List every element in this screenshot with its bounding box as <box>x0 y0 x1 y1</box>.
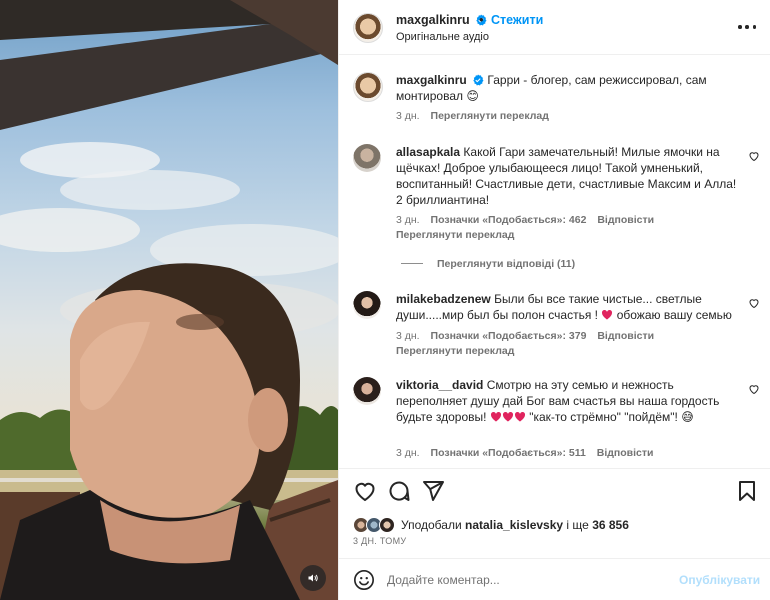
comment-likes[interactable]: Позначки «Подобається»: 379 <box>431 330 587 342</box>
post-media[interactable] <box>0 0 338 600</box>
comment: allasapkala Какой Гари замечательный! Ми… <box>396 144 741 208</box>
heart-icon[interactable] <box>748 150 760 162</box>
red-heart-icon <box>602 309 613 320</box>
caption-avatar[interactable] <box>353 72 383 102</box>
bookmark-icon[interactable] <box>735 479 759 503</box>
volume-icon <box>308 574 318 582</box>
caption: maxgalkinru Гарри - блогер, сам режиссир… <box>396 72 741 104</box>
comment-translate[interactable]: Переглянути переклад <box>396 229 514 241</box>
heart-icon[interactable] <box>748 297 760 309</box>
more-options-button[interactable] <box>738 20 756 34</box>
publish-button[interactable]: Опублікувати <box>679 573 760 587</box>
likes-text: Уподобали natalia_kislevsky і ще 36 856 <box>401 518 629 532</box>
red-heart-icon <box>514 411 525 422</box>
avatar <box>379 517 395 533</box>
view-replies-button[interactable]: Переглянути відповіді (11) <box>401 258 575 270</box>
reply-button[interactable]: Відповісти <box>597 330 654 342</box>
red-heart-icon <box>502 411 513 422</box>
emoji-icon[interactable] <box>353 569 375 591</box>
separator-dot: • <box>479 12 484 27</box>
comment-avatar[interactable] <box>353 144 381 172</box>
comment-likes[interactable]: Позначки «Подобається»: 462 <box>431 214 587 226</box>
author-username[interactable]: maxgalkinru <box>396 13 487 27</box>
comment-text-end: "как-то стрёмно" "пойдём"! <box>529 410 678 424</box>
comment: milakebadzenew Были бы все такие чистые.… <box>396 291 741 323</box>
post-viewer: maxgalkinru • Стежити Оригінальне аудіо … <box>0 0 770 600</box>
heart-icon[interactable] <box>748 383 760 395</box>
comment: viktoria__david Смотрю на эту семью и не… <box>396 377 741 425</box>
red-heart-icon <box>490 411 501 422</box>
avatar[interactable] <box>353 13 383 43</box>
replies-line <box>401 263 423 264</box>
verified-icon <box>473 74 484 86</box>
comment-emoji: 😅 <box>681 410 694 424</box>
post-timestamp[interactable]: 3 ДН. ТОМУ <box>353 536 406 546</box>
heart-icon[interactable] <box>353 479 377 503</box>
comment-avatar[interactable] <box>353 291 381 319</box>
author-username-text[interactable]: maxgalkinru <box>396 13 470 27</box>
comment-time[interactable]: 3 дн. <box>396 214 420 226</box>
share-icon[interactable] <box>421 479 445 503</box>
comment-input[interactable] <box>387 569 667 591</box>
reply-button[interactable]: Відповісти <box>597 447 654 459</box>
post-header: maxgalkinru • Стежити Оригінальне аудіо <box>339 0 770 55</box>
comment-likes[interactable]: Позначки «Подобається»: 511 <box>431 447 586 459</box>
reply-button[interactable]: Відповісти <box>597 214 654 226</box>
caption-time[interactable]: 3 дн. <box>396 110 420 122</box>
comment-username[interactable]: allasapkala <box>396 145 460 159</box>
likes-summary: Уподобали natalia_kislevsky і ще 36 856 <box>353 516 629 534</box>
video-frame <box>0 0 338 600</box>
comment-meta: 3 дн. Позначки «Подобається»: 379 Відпов… <box>396 330 662 342</box>
likes-prefix: Уподобали <box>401 518 462 532</box>
likes-middle: і ще <box>566 518 589 532</box>
comment-text-end: обожаю вашу семью <box>616 308 732 322</box>
post-details-panel: maxgalkinru • Стежити Оригінальне аудіо … <box>338 0 770 600</box>
comment-username[interactable]: milakebadzenew <box>396 292 491 306</box>
more-icon <box>738 25 742 29</box>
comment-time[interactable]: 3 дн. <box>396 447 420 459</box>
liker-avatars[interactable] <box>353 516 399 534</box>
post-actions: Уподобали natalia_kislevsky і ще 36 856 … <box>339 468 770 568</box>
view-replies-label[interactable]: Переглянути відповіді (11) <box>437 258 575 270</box>
audio-link[interactable]: Оригінальне аудіо <box>396 31 489 43</box>
caption-username[interactable]: maxgalkinru <box>396 73 467 87</box>
comment-time[interactable]: 3 дн. <box>396 330 420 342</box>
comments-list[interactable]: maxgalkinru Гарри - блогер, сам режиссир… <box>339 56 770 468</box>
comment-username[interactable]: viktoria__david <box>396 378 483 392</box>
comment-avatar[interactable] <box>353 377 381 405</box>
caption-translate[interactable]: Переглянути переклад <box>431 110 549 122</box>
comment-translate[interactable]: Переглянути переклад <box>396 345 514 357</box>
liker-username[interactable]: natalia_kislevsky <box>465 518 563 532</box>
comment-icon[interactable] <box>387 479 411 503</box>
caption-emoji: 😊 <box>466 89 479 103</box>
follow-button[interactable]: Стежити <box>491 13 543 27</box>
comment-meta: 3 дн. Позначки «Подобається»: 511 Відпов… <box>396 447 662 459</box>
comment-meta: 3 дн. Позначки «Подобається»: 462 Відпов… <box>396 214 662 226</box>
comment-composer: Опублікувати <box>339 558 770 600</box>
caption-meta: 3 дн. Переглянути переклад <box>396 110 557 122</box>
likes-count[interactable]: 36 856 <box>592 518 629 532</box>
mute-button[interactable] <box>300 565 326 591</box>
